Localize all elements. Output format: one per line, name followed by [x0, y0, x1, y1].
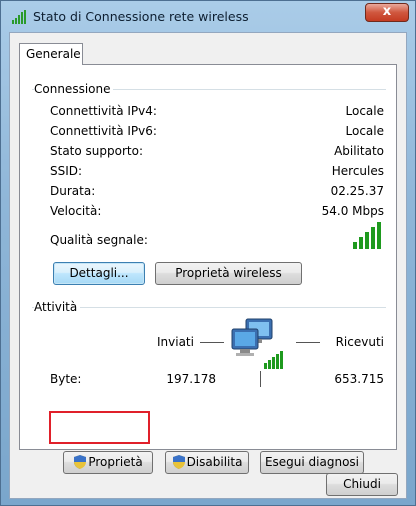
- ipv4-value: Locale: [345, 104, 384, 118]
- ssid-label: SSID:: [50, 164, 83, 178]
- received-bytes-value: 653.715: [334, 372, 384, 386]
- details-button[interactable]: Dettagli...: [53, 262, 145, 285]
- media-state-label: Stato supporto:: [50, 144, 143, 158]
- disable-button[interactable]: Disabilita: [165, 451, 249, 474]
- media-state-value: Abilitato: [334, 144, 384, 158]
- speed-label: Velocità:: [50, 204, 102, 218]
- ipv4-label: Connettività IPv4:: [50, 104, 157, 118]
- duration-label: Durata:: [50, 184, 96, 198]
- close-window-button[interactable]: x: [365, 3, 409, 22]
- diagnose-button[interactable]: Esegui diagnosi: [260, 451, 364, 474]
- uac-shield-icon: [172, 455, 185, 469]
- duration-value: 02.25.37: [330, 184, 384, 198]
- properties-highlight-box: [49, 411, 150, 444]
- dialog-window: Stato di Connessione rete wireless x Gen…: [0, 0, 416, 506]
- sent-line: [200, 342, 224, 343]
- wireless-properties-button[interactable]: Proprietà wireless: [155, 262, 302, 285]
- title-bar[interactable]: Stato di Connessione rete wireless x: [1, 1, 415, 33]
- close-button[interactable]: Chiudi: [326, 473, 398, 496]
- activity-divider: [260, 371, 261, 387]
- signal-quality-icon: [353, 222, 381, 249]
- uac-shield-icon: [74, 455, 87, 469]
- received-label: Ricevuti: [335, 335, 384, 349]
- properties-button-label: Proprietà: [88, 455, 143, 469]
- activity-group-label: Attività: [34, 300, 81, 314]
- disable-button-label: Disabilita: [186, 455, 243, 469]
- received-line: [296, 342, 320, 343]
- wireless-signal-icon: [12, 10, 26, 24]
- ipv6-value: Locale: [345, 124, 384, 138]
- signal-quality-label: Qualità segnale:: [50, 233, 148, 247]
- bytes-label: Byte:: [50, 372, 82, 386]
- activity-group-line: [32, 307, 386, 308]
- ipv6-label: Connettività IPv6:: [50, 124, 157, 138]
- properties-button[interactable]: Proprietà: [63, 451, 153, 474]
- sent-bytes-value: 197.178: [166, 372, 216, 386]
- tab-generale[interactable]: Generale: [19, 43, 83, 65]
- network-computers-icon: [231, 318, 283, 369]
- window-title: Stato di Connessione rete wireless: [33, 9, 249, 24]
- speed-value: 54.0 Mbps: [321, 204, 384, 218]
- ssid-value: Hercules: [331, 164, 384, 178]
- connection-group-label: Connessione: [34, 82, 114, 96]
- tab-panel: Connessione Connettività IPv4: Locale Co…: [19, 64, 397, 474]
- sent-label: Inviati: [157, 335, 194, 349]
